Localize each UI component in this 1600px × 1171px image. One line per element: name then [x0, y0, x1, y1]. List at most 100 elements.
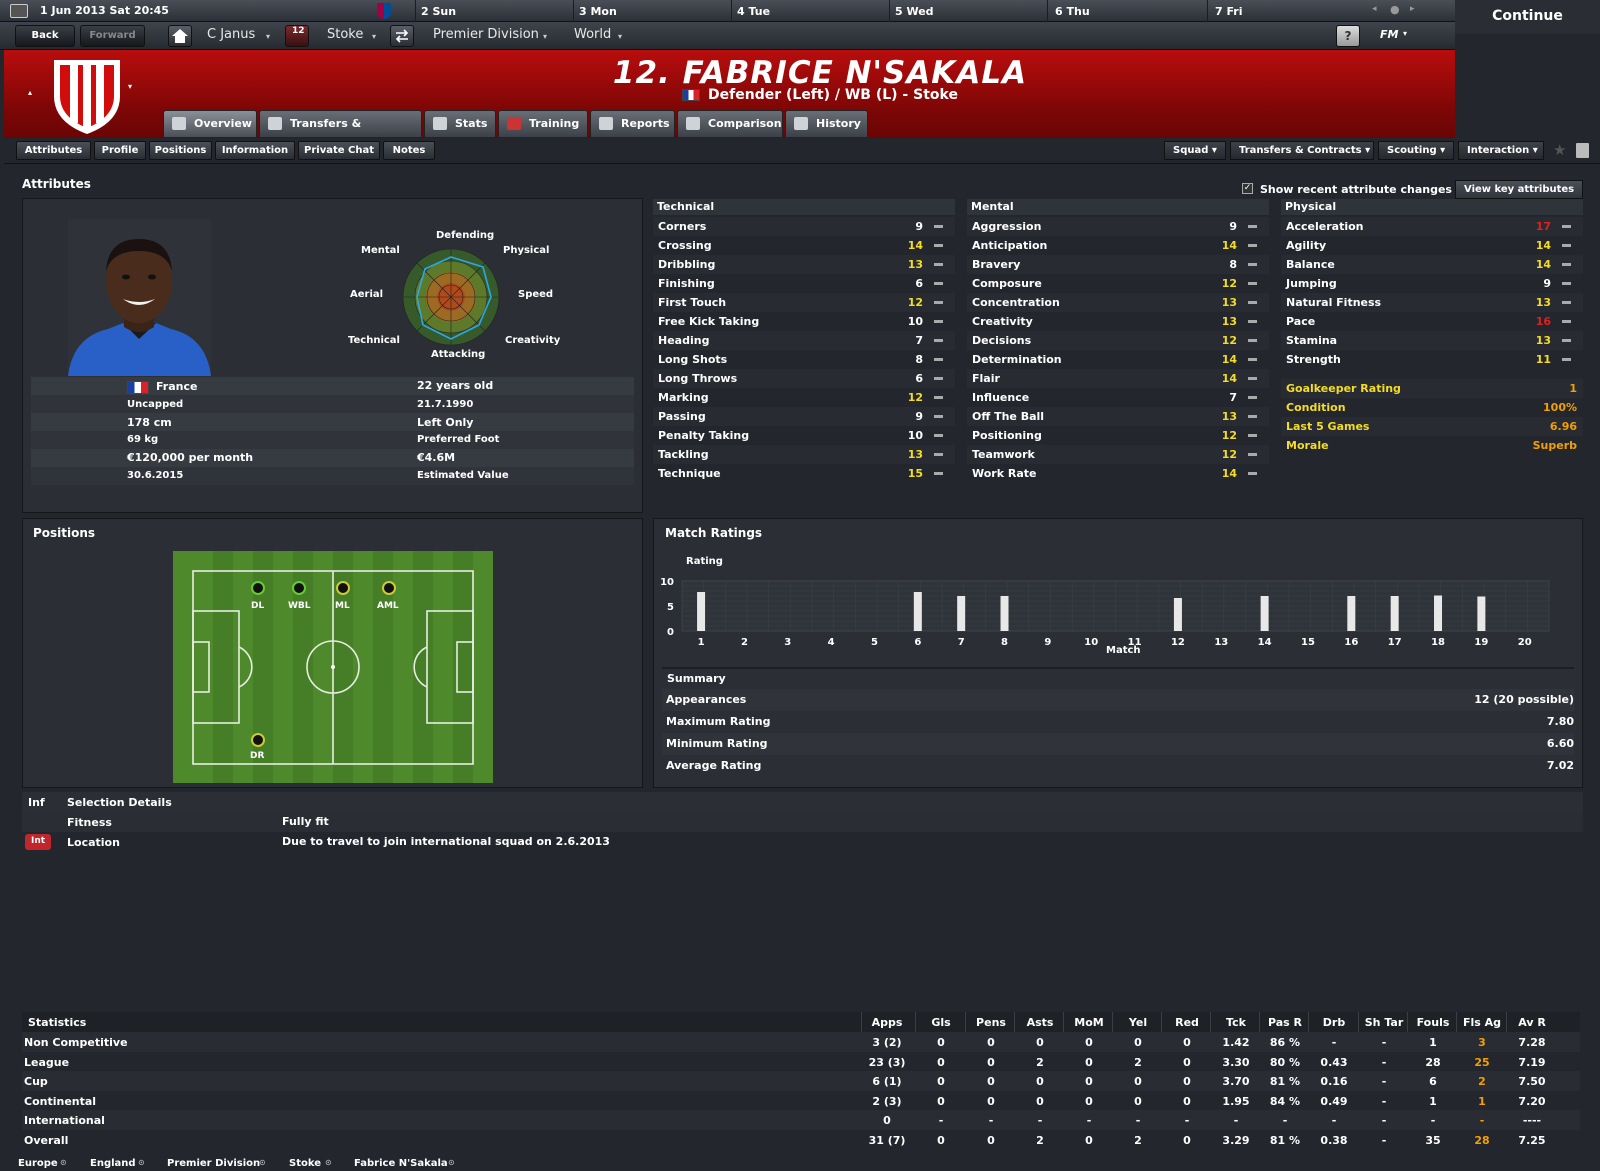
calendar-icon[interactable] — [10, 4, 28, 18]
technical-attribute-row: Dribbling 13 — [653, 255, 955, 274]
stats-column-header[interactable]: Yel — [1113, 1016, 1163, 1029]
rating-bar[interactable] — [1173, 598, 1182, 631]
stats-column-header[interactable]: Sh Tar — [1359, 1016, 1409, 1029]
star-icon[interactable]: ★ — [1553, 141, 1566, 159]
stats-column-header[interactable]: Av R — [1507, 1016, 1557, 1029]
scroll-right-icon[interactable]: ▸ — [1410, 4, 1415, 14]
help-button[interactable]: ? — [1336, 25, 1360, 47]
rating-bar[interactable] — [1434, 595, 1443, 632]
forward-button[interactable]: Forward — [80, 25, 145, 47]
breadcrumb-europe[interactable]: Europe — [18, 1158, 58, 1169]
stats-row[interactable]: League 23 (3) 0 0 2 0 2 0 3.30 80 % 0.43 - 28 25 7.19 — [22, 1052, 1580, 1072]
manager-menu[interactable]: C Janus — [207, 27, 255, 42]
day-5[interactable]: 5 Wed — [895, 5, 934, 18]
day-4[interactable]: 4 Tue — [737, 5, 770, 18]
tab-comparison[interactable]: Comparison — [677, 110, 783, 137]
rating-bar[interactable] — [1000, 596, 1009, 631]
home-icon[interactable] — [168, 25, 192, 47]
player-marker-dl[interactable] — [251, 581, 265, 595]
tab-stats[interactable]: Stats — [424, 110, 496, 137]
rating-bar[interactable] — [913, 592, 922, 631]
stats-column-header[interactable]: Red — [1162, 1016, 1212, 1029]
breadcrumb-premier-division[interactable]: Premier Division — [167, 1158, 260, 1169]
stats-column-header[interactable]: Drb — [1309, 1016, 1359, 1029]
day-7[interactable]: 7 Fri — [1215, 5, 1243, 18]
chevron-down-icon[interactable]: ▾ — [128, 82, 132, 91]
club-menu[interactable]: Stoke — [327, 27, 363, 42]
attribute-name: Tackling — [658, 448, 709, 461]
rating-bar[interactable] — [1260, 596, 1269, 631]
stats-column-header[interactable]: Asts — [1015, 1016, 1065, 1029]
stats-row[interactable]: Overall 31 (7) 0 0 2 0 2 0 3.29 81 % 0.38 - 35 28 7.25 — [22, 1130, 1580, 1150]
subtab-private-chat[interactable]: Private Chat — [298, 141, 380, 160]
stats-column-header[interactable]: MoM — [1064, 1016, 1114, 1029]
player-marker-dr[interactable] — [251, 733, 265, 747]
stats-column-header[interactable]: Tck — [1211, 1016, 1261, 1029]
stats-column-header[interactable]: Fouls — [1408, 1016, 1458, 1029]
tab-overview[interactable]: Overview — [163, 110, 257, 137]
stats-column-header[interactable]: Gls — [916, 1016, 966, 1029]
stats-row[interactable]: Non Competitive 3 (2) 0 0 0 0 0 0 1.42 86 % - - 1 3 7.… — [22, 1032, 1580, 1052]
back-button[interactable]: Back — [15, 25, 75, 47]
transfers-contracts-menu[interactable]: Transfers & Contracts ▾ — [1230, 141, 1374, 160]
squad-menu[interactable]: Squad ▾ — [1164, 141, 1226, 160]
attribute-value: 16 — [1535, 315, 1551, 328]
subtab-information[interactable]: Information — [215, 141, 295, 160]
stats-column-header[interactable]: Pens — [966, 1016, 1016, 1029]
world-menu[interactable]: World — [574, 27, 611, 42]
notes-icon[interactable] — [1576, 143, 1589, 158]
rating-bar[interactable] — [957, 596, 966, 631]
subtab-positions[interactable]: Positions — [149, 141, 212, 160]
rating-bar[interactable] — [1347, 596, 1356, 631]
chevron-down-icon[interactable]: ▾ — [266, 32, 270, 41]
nationality[interactable]: France — [156, 380, 197, 393]
subtab-notes[interactable]: Notes — [383, 141, 435, 160]
stats-cell: 0 — [1134, 1094, 1142, 1108]
breadcrumb-player[interactable]: Fabrice N'Sakala — [354, 1158, 448, 1169]
stats-column-header[interactable]: Pas R — [1260, 1016, 1310, 1029]
stats-cell: 0 — [1085, 1094, 1093, 1108]
fm-menu[interactable]: FM — [1380, 28, 1398, 41]
tab-history[interactable]: History — [785, 110, 868, 137]
stats-column-header[interactable]: Apps — [862, 1016, 912, 1029]
tab-transfers-contracts[interactable]: Transfers & Contracts — [259, 110, 422, 155]
day-3[interactable]: 3 Mon — [579, 5, 617, 18]
chevron-down-icon[interactable]: ▾ — [543, 32, 547, 41]
day-6[interactable]: 6 Thu — [1055, 5, 1090, 18]
breadcrumb-stoke[interactable]: Stoke — [289, 1158, 321, 1169]
scroll-left-icon[interactable]: ◂ — [1372, 4, 1377, 14]
subtab-attributes[interactable]: Attributes — [16, 141, 91, 160]
competition-menu[interactable]: Premier Division — [433, 27, 539, 42]
breadcrumb-england[interactable]: England — [90, 1158, 136, 1169]
swap-icon[interactable] — [390, 25, 414, 47]
chevron-up-icon[interactable]: ▴ — [28, 88, 32, 97]
tab-training[interactable]: Training — [498, 110, 588, 137]
subtab-profile[interactable]: Profile — [94, 141, 146, 160]
show-changes-checkbox[interactable]: ✓ — [1242, 183, 1253, 194]
chevron-down-icon[interactable]: ▾ — [1403, 29, 1407, 38]
rating-bar[interactable] — [1390, 596, 1399, 631]
player-marker-ml[interactable] — [336, 581, 350, 595]
continue-button[interactable]: Continue — [1455, 0, 1600, 34]
stats-column-header[interactable]: Fls Ag — [1457, 1016, 1507, 1029]
int-badge[interactable]: Int — [25, 834, 51, 850]
chevron-down-icon[interactable]: ▾ — [372, 32, 376, 41]
player-marker-aml[interactable] — [382, 581, 396, 595]
stats-row[interactable]: Continental 2 (3) 0 0 0 0 0 0 1.95 84 % 0.49 - 1 1 7.2… — [22, 1091, 1580, 1111]
stats-cell: 0 — [987, 1094, 995, 1108]
stats-row[interactable]: International 0- - - - - - - - - - - - ---- — [22, 1110, 1580, 1131]
tab-reports[interactable]: Reports — [590, 110, 675, 137]
scroll-dot-icon[interactable]: ● — [1390, 3, 1400, 16]
selection-header: Inf Selection Details — [22, 792, 1583, 812]
rating-bar[interactable] — [697, 592, 706, 631]
chevron-down-icon[interactable]: ▾ — [618, 32, 622, 41]
player-marker-wbl[interactable] — [292, 581, 306, 595]
inbox-icon[interactable]: 12 — [285, 25, 309, 47]
scouting-menu[interactable]: Scouting ▾ — [1378, 141, 1454, 160]
stats-cell: 7.20 — [1518, 1094, 1546, 1108]
stats-row[interactable]: Cup 6 (1) 0 0 0 0 0 0 3.70 81 % 0.16 - 6 2 7.50 — [22, 1071, 1580, 1092]
interaction-menu[interactable]: Interaction ▾ — [1458, 141, 1544, 160]
view-key-attributes-button[interactable]: View key attributes ▾ — [1455, 180, 1583, 212]
rating-bar[interactable] — [1477, 596, 1486, 632]
day-2[interactable]: 2 Sun — [421, 5, 456, 18]
